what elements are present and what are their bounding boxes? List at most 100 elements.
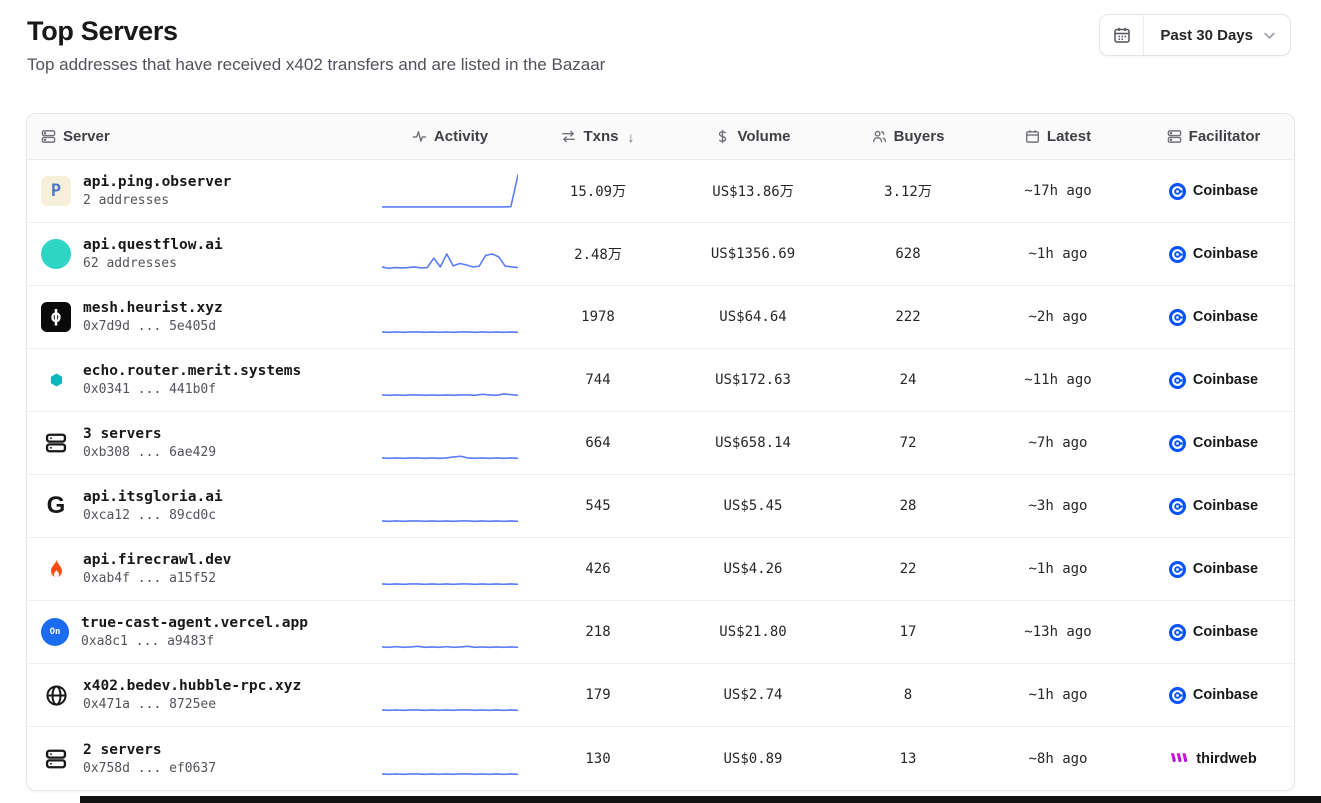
latest-value: ~11h ago [983,349,1133,411]
top-servers-table: Server Activity Txns ↓ Volume Buyers [26,113,1295,791]
table-row[interactable]: api.firecrawl.dev 0xab4f ... a15f52 426 … [27,538,1294,601]
txns-value: 179 [523,664,673,726]
facilitator-cell: Coinbase [1133,664,1294,726]
buyers-icon [872,129,887,144]
facilitator-label: Coinbase [1193,435,1258,451]
facilitator-label: Coinbase [1193,309,1258,325]
coinbase-logo-icon [1169,309,1186,326]
facilitator-label: Coinbase [1193,372,1258,388]
facilitator-cell: Coinbase [1133,475,1294,537]
latest-value: ~17h ago [983,160,1133,222]
table-row[interactable]: On true-cast-agent.vercel.app 0xa8c1 ...… [27,601,1294,664]
activity-sparkline [377,538,523,600]
activity-icon [412,129,427,144]
column-header-txns[interactable]: Txns ↓ [523,114,673,159]
transfers-icon [561,129,576,144]
buyers-value: 24 [833,349,983,411]
facilitator-badge-coinbase: Coinbase [1169,309,1258,326]
txns-value: 1978 [523,286,673,348]
facilitator-badge-thirdweb: thirdweb [1170,751,1256,767]
latest-value: ~1h ago [983,664,1133,726]
txns-value: 545 [523,475,673,537]
table-row[interactable]: P api.ping.observer 2 addresses 15.09万 U… [27,160,1294,223]
facilitator-badge-coinbase: Coinbase [1169,624,1258,641]
coinbase-logo-icon [1169,372,1186,389]
facilitator-label: Coinbase [1193,687,1258,703]
server-cell: P api.ping.observer 2 addresses [27,160,377,222]
column-header-activity: Activity [377,114,523,159]
server-address: 2 addresses [83,193,231,210]
facilitator-badge-coinbase: Coinbase [1169,498,1258,515]
latest-value: ~2h ago [983,286,1133,348]
table-row[interactable]: x402.bedev.hubble-rpc.xyz 0x471a ... 872… [27,664,1294,727]
server-name: api.ping.observer [83,172,231,193]
volume-value: US$172.63 [673,349,833,411]
table-header-row: Server Activity Txns ↓ Volume Buyers [27,114,1294,160]
latest-value: ~13h ago [983,601,1133,663]
activity-sparkline [377,727,523,790]
volume-value: US$64.64 [673,286,833,348]
server-name: 2 servers [83,740,216,761]
facilitator-cell: Coinbase [1133,286,1294,348]
ping-observer-logo-icon: P [41,176,71,206]
table-row[interactable]: echo.router.merit.systems 0x0341 ... 441… [27,349,1294,412]
facilitator-cell: thirdweb [1133,727,1294,790]
table-row[interactable]: 3 servers 0xb308 ... 6ae429 664 US$658.1… [27,412,1294,475]
window-bottom-edge [80,796,1321,803]
calendar-icon[interactable] [1100,15,1144,55]
server-cell: echo.router.merit.systems 0x0341 ... 441… [27,349,377,411]
table-row[interactable]: ϕ mesh.heurist.xyz 0x7d9d ... 5e405d 197… [27,286,1294,349]
column-label: Volume [737,128,790,145]
volume-value: US$2.74 [673,664,833,726]
column-header-buyers: Buyers [833,114,983,159]
dollar-icon [715,129,730,144]
latest-value: ~1h ago [983,223,1133,285]
date-range-picker[interactable]: Past 30 Days [1099,14,1291,56]
sort-desc-arrow-icon[interactable]: ↓ [628,129,635,145]
facilitator-label: thirdweb [1196,751,1256,767]
column-label: Server [63,128,110,145]
coinbase-logo-icon [1169,183,1186,200]
facilitator-label: Coinbase [1193,246,1258,262]
coinbase-logo-icon [1169,435,1186,452]
truecast-logo-icon: On [41,618,69,646]
table-row[interactable]: api.questflow.ai 62 addresses 2.48万 US$1… [27,223,1294,286]
buyers-value: 628 [833,223,983,285]
column-label: Latest [1047,128,1091,145]
date-range-value[interactable]: Past 30 Days [1144,15,1290,55]
server-name: echo.router.merit.systems [83,361,301,382]
server-cell: ϕ mesh.heurist.xyz 0x7d9d ... 5e405d [27,286,377,348]
activity-sparkline [377,349,523,411]
table-body: P api.ping.observer 2 addresses 15.09万 U… [27,160,1294,790]
column-header-facilitator: Facilitator [1133,114,1294,159]
merit-gem-icon [41,365,71,395]
server-icon [41,129,56,144]
coinbase-logo-icon [1169,687,1186,704]
server-cell: api.firecrawl.dev 0xab4f ... a15f52 [27,538,377,600]
table-row[interactable]: 2 servers 0x758d ... ef0637 130 US$0.89 … [27,727,1294,790]
servers-stack-icon [41,744,71,774]
activity-sparkline [377,286,523,348]
coinbase-logo-icon [1169,561,1186,578]
server-address: 0xa8c1 ... a9483f [81,634,308,651]
facilitator-cell: Coinbase [1133,223,1294,285]
table-row[interactable]: G api.itsgloria.ai 0xca12 ... 89cd0c 545… [27,475,1294,538]
chevron-down-icon [1263,29,1276,42]
server-address: 0xb308 ... 6ae429 [83,445,216,462]
volume-value: US$4.26 [673,538,833,600]
thirdweb-logo-icon [1170,752,1189,765]
gloria-logo-icon: G [41,491,71,521]
activity-sparkline [377,475,523,537]
column-label: Buyers [894,128,945,145]
activity-sparkline [377,223,523,285]
coinbase-logo-icon [1169,246,1186,263]
facilitator-label: Coinbase [1193,498,1258,514]
buyers-value: 72 [833,412,983,474]
column-header-volume: Volume [673,114,833,159]
latest-value: ~3h ago [983,475,1133,537]
server-name: api.questflow.ai [83,235,223,256]
facilitator-badge-coinbase: Coinbase [1169,687,1258,704]
server-cell: api.questflow.ai 62 addresses [27,223,377,285]
facilitator-label: Coinbase [1193,561,1258,577]
activity-sparkline [377,601,523,663]
